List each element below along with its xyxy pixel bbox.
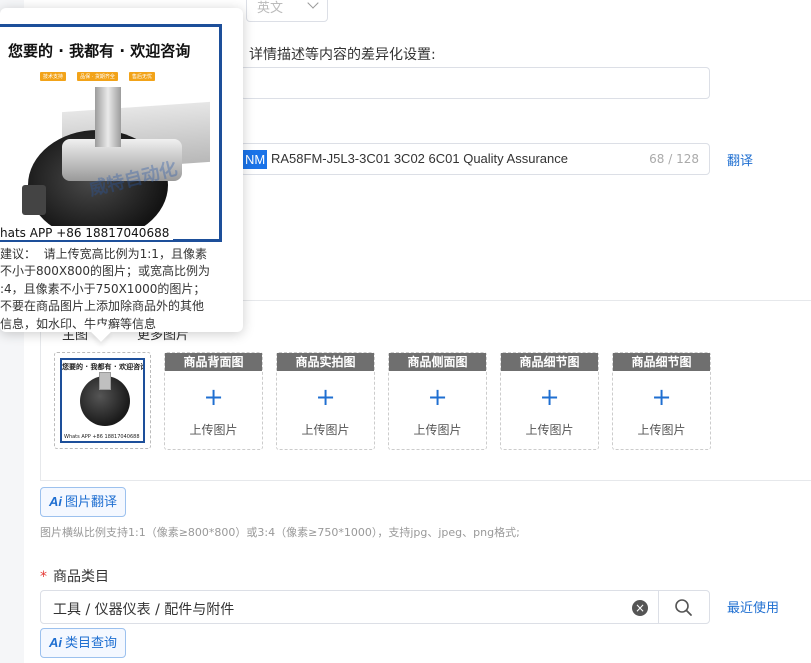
language-select-value: 英文	[257, 1, 284, 16]
upload-slot-label: 上传图片	[189, 423, 238, 437]
plus-icon: +	[539, 383, 560, 411]
product-poster: 您要的 · 我都有 · 欢迎咨询 技术支持 品保 · 货期齐全 售后无忧 威特自…	[0, 24, 222, 242]
ai-icon: Ai	[49, 635, 62, 650]
encoder-shaft	[99, 372, 111, 390]
upload-slot-label: 上传图片	[637, 423, 686, 437]
encoder-shaft	[95, 87, 121, 147]
main-image-thumbnail[interactable]: 您要的 · 我都有 · 欢迎咨询 Whats APP +86 188170406…	[54, 352, 151, 449]
poster-badge: 品保 · 货期齐全	[77, 72, 118, 81]
clear-icon[interactable]: ×	[632, 600, 648, 616]
main-image-preview: 您要的 · 我都有 · 欢迎咨询 Whats APP +86 188170406…	[60, 358, 145, 443]
upload-slot-title: 商品实拍图	[277, 353, 374, 371]
upload-slot-label: 上传图片	[301, 423, 350, 437]
category-query-button[interactable]: Ai 类目查询	[40, 628, 127, 658]
image-translate-label: 图片翻译	[65, 495, 118, 510]
category-value: 工具 / 仪器仪表 / 配件与附件	[53, 602, 235, 618]
image-preview-tooltip: 您要的 · 我都有 · 欢迎咨询 技术支持 品保 · 货期齐全 售后无忧 威特自…	[0, 8, 243, 332]
upload-slot-title: 商品背面图	[165, 353, 262, 371]
ai-icon: Ai	[49, 494, 62, 509]
upload-slot-back[interactable]: 商品背面图 + 上传图片	[164, 352, 263, 450]
plus-icon: +	[427, 383, 448, 411]
upload-slot-detail-2[interactable]: 商品细节图 + 上传图片	[612, 352, 711, 450]
description-input[interactable]	[240, 67, 710, 99]
language-select[interactable]: 英文	[246, 0, 328, 22]
upload-advice-text: 建议： 请上传宽高比例为1:1，且像素 不小于800X800的图片；或宽高比例为…	[0, 247, 211, 331]
upload-slot-side[interactable]: 商品侧面图 + 上传图片	[388, 352, 487, 450]
product-title-input[interactable]: NM RA58FM-J5L3-3C01 3C02 6C01 Quality As…	[240, 143, 710, 175]
thumbnail-headline: 您要的 · 我都有 · 欢迎咨询	[62, 363, 145, 371]
upload-slot-detail-1[interactable]: 商品细节图 + 上传图片	[500, 352, 599, 450]
plus-icon: +	[203, 383, 224, 411]
poster-badge: 技术支持	[40, 72, 67, 81]
category-query-label: 类目查询	[65, 636, 118, 651]
title-char-counter: 68 / 128	[649, 152, 699, 166]
chevron-down-icon	[307, 0, 319, 9]
category-select[interactable]: 工具 / 仪器仪表 / 配件与附件 ×	[40, 590, 710, 624]
title-text: RA58FM-J5L3-3C01 3C02 6C01 Quality Assur…	[271, 151, 568, 166]
poster-badges: 技术支持 品保 · 货期齐全 售后无忧	[40, 63, 161, 82]
poster-headline: 您要的 · 我都有 · 欢迎咨询	[8, 42, 191, 60]
image-translate-button[interactable]: Ai 图片翻译	[40, 487, 127, 517]
translate-link[interactable]: 翻译	[727, 150, 753, 169]
upload-slot-label: 上传图片	[413, 423, 462, 437]
upload-slot-real[interactable]: 商品实拍图 + 上传图片	[276, 352, 375, 450]
category-search-button[interactable]	[659, 591, 709, 623]
upload-slot-title: 商品侧面图	[389, 353, 486, 371]
category-label-text: 商品类目	[53, 569, 109, 585]
search-icon	[675, 599, 692, 616]
plus-icon: +	[315, 383, 336, 411]
poster-badge: 售后无忧	[128, 72, 155, 81]
required-mark: *	[40, 569, 47, 585]
upload-slot-title: 商品细节图	[501, 353, 598, 371]
description-settings-label: 详情描述等内容的差异化设置:	[249, 47, 436, 63]
recent-use-link[interactable]: 最近使用	[727, 597, 779, 616]
title-selected-text: NM	[241, 150, 268, 169]
plus-icon: +	[651, 383, 672, 411]
poster-phone: hats APP +86 18817040688	[0, 226, 174, 240]
category-label: * 商品类目	[40, 566, 109, 586]
upload-slot-label: 上传图片	[525, 423, 574, 437]
encoder-connector	[22, 185, 46, 215]
upload-slot-title: 商品细节图	[613, 353, 710, 371]
thumbnail-footer: Whats APP +86 18817040688	[64, 434, 140, 440]
image-format-hint: 图片横纵比例支持1:1（像素≥800*800）或3:4（像素≥750*1000）…	[40, 526, 520, 539]
